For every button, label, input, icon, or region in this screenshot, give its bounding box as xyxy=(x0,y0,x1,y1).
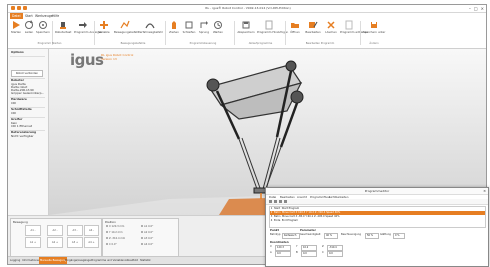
delete-icon xyxy=(327,21,335,29)
ribbon: Starten Laden Speichern Robotertest Prog… xyxy=(8,19,486,49)
edit-icon xyxy=(309,21,318,28)
jog-a3-plus[interactable]: A3 + xyxy=(67,237,83,248)
travel-command-button[interactable]: Verfahrwegbefehl xyxy=(138,20,163,42)
show-program-button[interactable]: Programm Anzeigen xyxy=(74,20,102,42)
title-bar: RL - igus® Robot Control - V902-13-014 (… xyxy=(8,5,486,13)
sidebar-title: Options xyxy=(11,50,24,54)
jump-icon xyxy=(200,21,208,28)
tab-programs[interactable]: Programme und Variablen xyxy=(90,257,126,264)
play-icon xyxy=(13,21,20,29)
dialog-title: Programmeditor xyxy=(266,188,488,195)
loop-button[interactable]: Schleifen xyxy=(182,20,196,42)
jog-a3-minus[interactable]: A3 - xyxy=(67,225,83,236)
variable-button[interactable]: Variable xyxy=(97,20,111,42)
a-input[interactable]: 0.0 xyxy=(275,251,291,257)
path-icon xyxy=(120,20,130,29)
add-icon xyxy=(265,20,273,30)
jog-a2-minus[interactable]: A2 - xyxy=(47,225,63,236)
robot-test-button[interactable]: Robotertest xyxy=(55,20,71,42)
dialog-toolbar xyxy=(266,199,488,205)
dialog-close-button[interactable]: × xyxy=(483,188,486,194)
clock-icon xyxy=(214,21,222,29)
add-program-button[interactable]: Programm Hinzufügen xyxy=(257,20,288,42)
save-icon[interactable] xyxy=(279,200,282,203)
target-icon xyxy=(39,21,47,29)
folder-icon xyxy=(291,23,299,28)
tab-manual-motion[interactable]: Manuelle Bewegung xyxy=(39,257,68,264)
store-button[interactable]: Abspeichern xyxy=(237,20,255,42)
program-editor-dialog: Programmeditor × Datei Bearbeiten Ansich… xyxy=(265,187,489,267)
tab-io[interactable]: Eingänge/Ausgänge xyxy=(64,257,92,264)
close-button[interactable]: × xyxy=(481,6,484,11)
document-icon xyxy=(345,20,353,30)
maximize-button[interactable]: □ xyxy=(474,6,478,11)
jog-a4-plus[interactable]: A4 + xyxy=(84,237,99,248)
jog-a4-minus[interactable]: A4 - xyxy=(84,225,99,236)
loop-icon xyxy=(185,21,193,29)
y-input[interactable]: 10.2 xyxy=(301,245,317,251)
open-icon[interactable] xyxy=(274,200,277,203)
save-program-button[interactable]: Speichern xyxy=(36,20,50,42)
motion-command-button[interactable]: Bewegungsbefehl xyxy=(114,20,139,42)
acceleration-input[interactable]: 50 % xyxy=(365,233,379,239)
jog-a1-minus[interactable]: A1 - xyxy=(25,225,41,236)
connect-robot-button[interactable]: Robot verbinden xyxy=(11,70,43,77)
delete-button[interactable]: Löschen xyxy=(324,20,338,42)
save-icon[interactable] xyxy=(11,6,15,10)
x-input[interactable]: 120.3 xyxy=(275,245,291,251)
undo-icon[interactable] xyxy=(17,6,21,10)
tab-logging[interactable]: Logging xyxy=(9,257,21,264)
edit-program-button[interactable]: Programm editieren xyxy=(340,20,368,42)
save-as-button[interactable]: Speichern unter xyxy=(363,20,385,42)
arrow-right-icon xyxy=(79,22,87,28)
options-sidebar: Options Robot verbinden Roboter igus Del… xyxy=(8,49,49,215)
z-input[interactable]: -310.4 xyxy=(327,245,343,251)
b-input[interactable]: 0.0 xyxy=(301,251,317,257)
program-list[interactable]: 1 Start Start Program 2 Bahn Move Cart X… xyxy=(269,206,486,228)
edit-button[interactable]: Bearbeiten xyxy=(304,20,322,42)
jog-a2-plus[interactable]: A2 + xyxy=(47,237,63,248)
jog-a1-plus[interactable]: A1 + xyxy=(25,237,41,248)
quick-access-toolbar xyxy=(11,6,45,11)
start-button[interactable]: Starten xyxy=(9,20,23,42)
undo-icon[interactable] xyxy=(284,200,287,203)
hand-icon xyxy=(172,21,176,29)
minimize-button[interactable]: – xyxy=(469,6,471,11)
drag-button[interactable]: Ziehen xyxy=(168,20,180,42)
window-title: RL - igus® Robot Control - V902-13-014 (… xyxy=(205,6,291,10)
wait-button[interactable]: Warten xyxy=(212,20,224,42)
redo-icon[interactable] xyxy=(23,6,27,10)
tab-statistics[interactable]: Statistik xyxy=(139,257,152,264)
smoothing-input[interactable]: 0 % xyxy=(393,233,405,239)
tab-flowchart[interactable]: Ablaufbild xyxy=(124,257,139,264)
new-icon[interactable] xyxy=(269,200,272,203)
position-box: Position X 120.3 mm A1 0.0° Y 10.2 mm A2… xyxy=(102,218,179,257)
load-button[interactable]: Laden xyxy=(23,20,35,42)
c-input[interactable]: 0.0 xyxy=(327,251,343,257)
disk-icon xyxy=(242,21,250,29)
plus-icon xyxy=(100,21,108,29)
arc-icon xyxy=(145,23,155,29)
jump-button[interactable]: Sprung xyxy=(198,20,210,42)
robot-icon xyxy=(60,22,66,29)
open-button[interactable]: Öffnen xyxy=(288,20,302,42)
movement-box: Bewegung A1 - A1 + A2 - A2 + A3 - A3 + A… xyxy=(10,218,102,257)
save-as-icon xyxy=(371,22,377,28)
path-type-select[interactable]: Kartesisch xyxy=(282,233,300,239)
speed-input[interactable]: 40 % xyxy=(324,233,338,239)
refresh-icon xyxy=(25,20,33,29)
list-item[interactable]: 4 Ende End Program xyxy=(270,219,485,223)
